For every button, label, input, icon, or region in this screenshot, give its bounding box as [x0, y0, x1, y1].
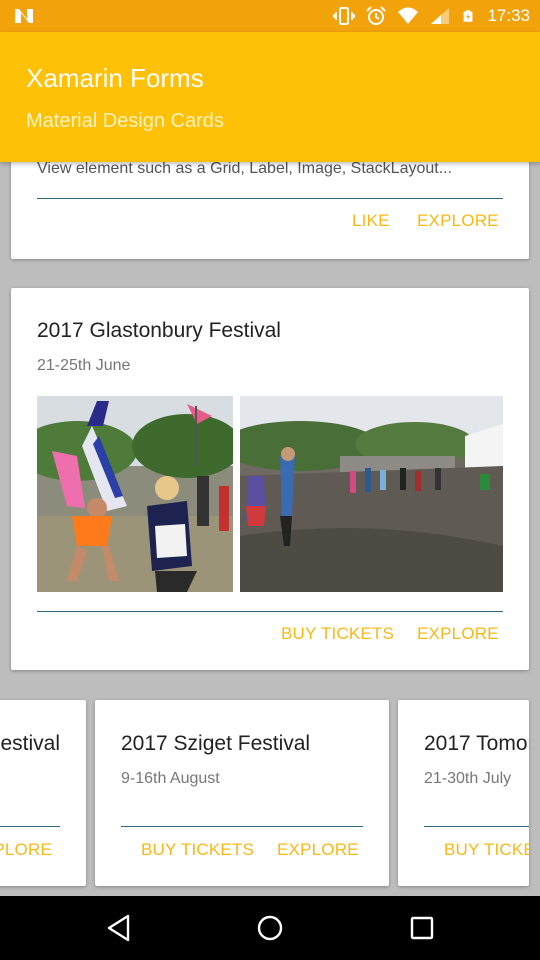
card-title: 2017 Sziget Festival [121, 732, 311, 755]
battery-charging-icon [463, 10, 473, 22]
card-description: View element such as a Grid, Label, Imag… [37, 162, 453, 177]
buy-tickets-button[interactable]: BUY TICKETS [141, 840, 254, 860]
card-divider [424, 826, 529, 827]
card-intro: View element such as a Grid, Label, Imag… [11, 162, 529, 259]
card-carousel-left: 2017 Glastonbury Festival EXPLORE [0, 700, 86, 886]
card-divider [37, 198, 503, 199]
home-icon[interactable] [256, 914, 284, 942]
system-nav-bar [0, 896, 540, 960]
explore-button[interactable]: EXPLORE [417, 211, 499, 231]
app-title: Xamarin Forms [26, 63, 204, 93]
card-title: 2017 Tomorrowland [424, 732, 529, 755]
app-bar: Xamarin Forms Material Design Cards [0, 32, 540, 162]
card-glastonbury: 2017 Glastonbury Festival 21-25th June B… [11, 288, 529, 670]
card-list[interactable]: View element such as a Grid, Label, Imag… [0, 162, 540, 896]
card-title: 2017 Glastonbury Festival [0, 732, 60, 755]
wifi-icon [398, 7, 419, 24]
like-button[interactable]: LIKE [352, 211, 390, 231]
card-divider [121, 826, 363, 827]
notification-n-icon [15, 9, 33, 23]
status-bar: 17:33 [0, 0, 540, 32]
buy-tickets-button[interactable]: BUY TICKETS [444, 840, 529, 860]
card-divider [0, 826, 60, 827]
alarm-icon [366, 6, 387, 25]
explore-button[interactable]: EXPLORE [0, 840, 52, 860]
buy-tickets-button[interactable]: BUY TICKETS [281, 624, 394, 644]
status-time: 17:33 [487, 6, 530, 25]
card-date: 21-25th June [37, 357, 131, 374]
vibrate-icon [333, 7, 356, 25]
card-title: 2017 Glastonbury Festival [37, 319, 281, 342]
signal-icon [431, 8, 450, 24]
festival-photo-mud [240, 396, 503, 592]
app-subtitle: Material Design Cards [26, 110, 224, 132]
card-tomorrowland: 2017 Tomorrowland 21-30th July BUY TICKE… [398, 700, 529, 886]
card-divider [37, 611, 503, 612]
card-date: 21-30th July [424, 770, 512, 787]
explore-button[interactable]: EXPLORE [277, 840, 359, 860]
explore-button[interactable]: EXPLORE [417, 624, 499, 644]
card-date: 9-16th August [121, 770, 220, 787]
back-icon[interactable] [106, 914, 132, 942]
recents-icon[interactable] [410, 914, 434, 942]
festival-photo-acrobats [37, 396, 233, 592]
card-sziget: 2017 Sziget Festival 9-16th August BUY T… [95, 700, 389, 886]
